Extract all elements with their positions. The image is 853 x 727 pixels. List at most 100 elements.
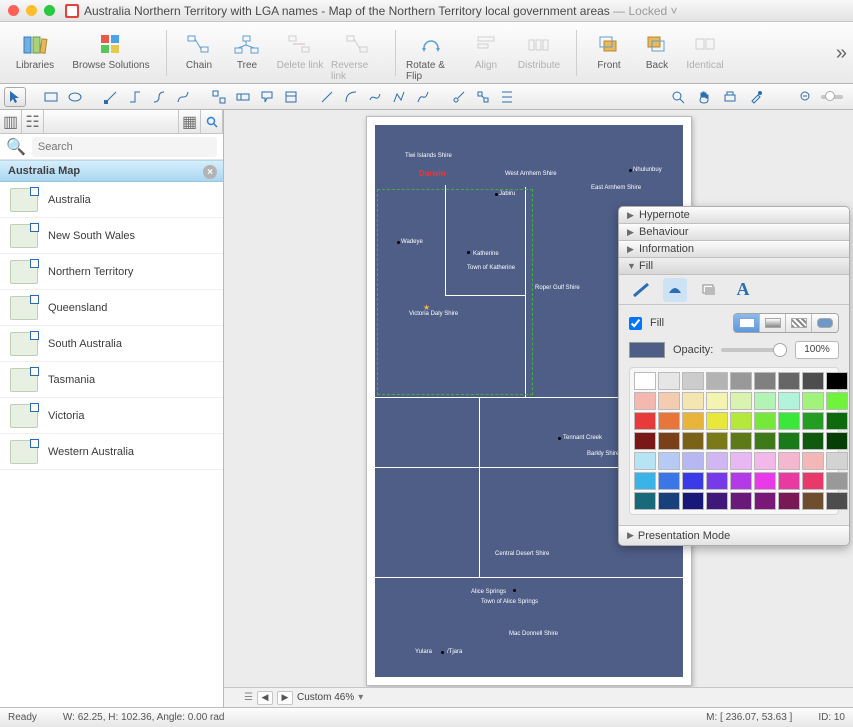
close-window-button[interactable] <box>8 5 19 16</box>
opacity-value[interactable]: 100% <box>795 341 839 359</box>
close-section-button[interactable]: × <box>203 165 217 179</box>
palette-color[interactable] <box>658 432 680 450</box>
browse-solutions-button[interactable]: Browse Solutions <box>66 26 156 71</box>
palette-color[interactable] <box>730 412 752 430</box>
edit-tool-1[interactable] <box>448 87 470 107</box>
rotate-flip-button[interactable]: Rotate & Flip <box>406 26 460 82</box>
palette-color[interactable] <box>658 392 680 410</box>
sidebar-item-australia[interactable]: Australia <box>0 182 223 218</box>
zoom-slider[interactable] <box>821 95 843 99</box>
palette-color[interactable] <box>706 412 728 430</box>
rect-tool[interactable] <box>40 87 62 107</box>
shape-tool-1[interactable] <box>208 87 230 107</box>
palette-color[interactable] <box>778 412 800 430</box>
palette-color[interactable] <box>754 472 776 490</box>
inspector-presentation-header[interactable]: ▶Presentation Mode <box>619 525 849 545</box>
opacity-slider[interactable] <box>721 348 787 352</box>
ellipse-tool[interactable] <box>64 87 86 107</box>
zoom-out-button[interactable] <box>795 87 817 107</box>
palette-color[interactable] <box>826 452 848 470</box>
inspector-hypernote-header[interactable]: ▶Hypernote <box>619 207 849 224</box>
minimize-window-button[interactable] <box>26 5 37 16</box>
palette-color[interactable] <box>706 492 728 510</box>
palette-color[interactable] <box>802 492 824 510</box>
palette-color[interactable] <box>778 452 800 470</box>
libraries-button[interactable]: Libraries <box>8 26 62 71</box>
palette-color[interactable] <box>682 432 704 450</box>
zoom-dropdown-icon[interactable]: ▾ <box>358 692 363 703</box>
edit-tool-3[interactable] <box>496 87 518 107</box>
tree-button[interactable]: Tree <box>225 26 269 71</box>
search-input[interactable] <box>32 137 217 157</box>
palette-color[interactable] <box>682 392 704 410</box>
sidebar-section-header[interactable]: Australia Map × <box>0 160 223 182</box>
palette-color[interactable] <box>730 432 752 450</box>
palette-color[interactable] <box>802 372 824 390</box>
arc-tool[interactable] <box>340 87 362 107</box>
back-button[interactable]: Back <box>635 26 679 71</box>
sidebar-item-nt[interactable]: Northern Territory <box>0 254 223 290</box>
selection-rect[interactable] <box>377 189 533 395</box>
sidebar-item-vic[interactable]: Victoria <box>0 398 223 434</box>
sidebar-item-sa[interactable]: South Australia <box>0 326 223 362</box>
palette-color[interactable] <box>658 452 680 470</box>
fill-solid-button[interactable] <box>734 314 760 332</box>
edit-tool-2[interactable] <box>472 87 494 107</box>
palette-color[interactable] <box>730 452 752 470</box>
connector-tool-2[interactable] <box>124 87 146 107</box>
line-tool[interactable] <box>316 87 338 107</box>
palette-color[interactable] <box>802 412 824 430</box>
fill-checkbox[interactable] <box>629 317 642 330</box>
hand-tool[interactable] <box>693 87 715 107</box>
stroke-tab[interactable] <box>629 278 653 302</box>
sidebar-search-button[interactable] <box>201 110 223 133</box>
pointer-tool[interactable] <box>4 87 26 107</box>
palette-color[interactable] <box>634 452 656 470</box>
print-tool[interactable] <box>719 87 741 107</box>
palette-color[interactable] <box>802 452 824 470</box>
palette-color[interactable] <box>754 452 776 470</box>
palette-color[interactable] <box>634 372 656 390</box>
sidebar-item-tas[interactable]: Tasmania <box>0 362 223 398</box>
polyline-tool[interactable] <box>388 87 410 107</box>
eyedropper-tool[interactable] <box>745 87 767 107</box>
palette-color[interactable] <box>682 452 704 470</box>
palette-color[interactable] <box>826 412 848 430</box>
toolbar-overflow-button[interactable]: » <box>836 42 847 65</box>
inspector-information-header[interactable]: ▶Information <box>619 241 849 258</box>
palette-color[interactable] <box>634 412 656 430</box>
chain-button[interactable]: Chain <box>177 26 221 71</box>
sidebar-item-nsw[interactable]: New South Wales <box>0 218 223 254</box>
zoom-window-button[interactable] <box>44 5 55 16</box>
fill-image-button[interactable] <box>812 314 838 332</box>
palette-color[interactable] <box>706 452 728 470</box>
palette-color[interactable] <box>706 372 728 390</box>
palette-color[interactable] <box>682 412 704 430</box>
sidebar-item-qld[interactable]: Queensland <box>0 290 223 326</box>
page-prev-button[interactable]: ◀ <box>257 691 273 705</box>
palette-color[interactable] <box>706 392 728 410</box>
fill-tab[interactable] <box>663 278 687 302</box>
palette-color[interactable] <box>658 412 680 430</box>
inspector-behaviour-header[interactable]: ▶Behaviour <box>619 224 849 241</box>
palette-color[interactable] <box>730 372 752 390</box>
palette-color[interactable] <box>730 392 752 410</box>
palette-color[interactable] <box>826 392 848 410</box>
palette-color[interactable] <box>802 432 824 450</box>
page-tabs-icon[interactable]: ☰ <box>244 692 253 703</box>
palette-color[interactable] <box>802 472 824 490</box>
shape-tool-4[interactable] <box>280 87 302 107</box>
zoom-level-label[interactable]: Custom 46% <box>297 692 354 703</box>
page-next-button[interactable]: ▶ <box>277 691 293 705</box>
palette-color[interactable] <box>634 472 656 490</box>
palette-color[interactable] <box>754 392 776 410</box>
palette-color[interactable] <box>682 472 704 490</box>
palette-color[interactable] <box>754 432 776 450</box>
shape-tool-3[interactable] <box>256 87 278 107</box>
connector-tool-3[interactable] <box>148 87 170 107</box>
palette-color[interactable] <box>826 372 848 390</box>
sidebar-toggle-1[interactable]: ▥ <box>0 110 22 133</box>
palette-color[interactable] <box>658 372 680 390</box>
sidebar-item-wa[interactable]: Western Australia <box>0 434 223 470</box>
current-fill-swatch[interactable] <box>629 342 665 358</box>
